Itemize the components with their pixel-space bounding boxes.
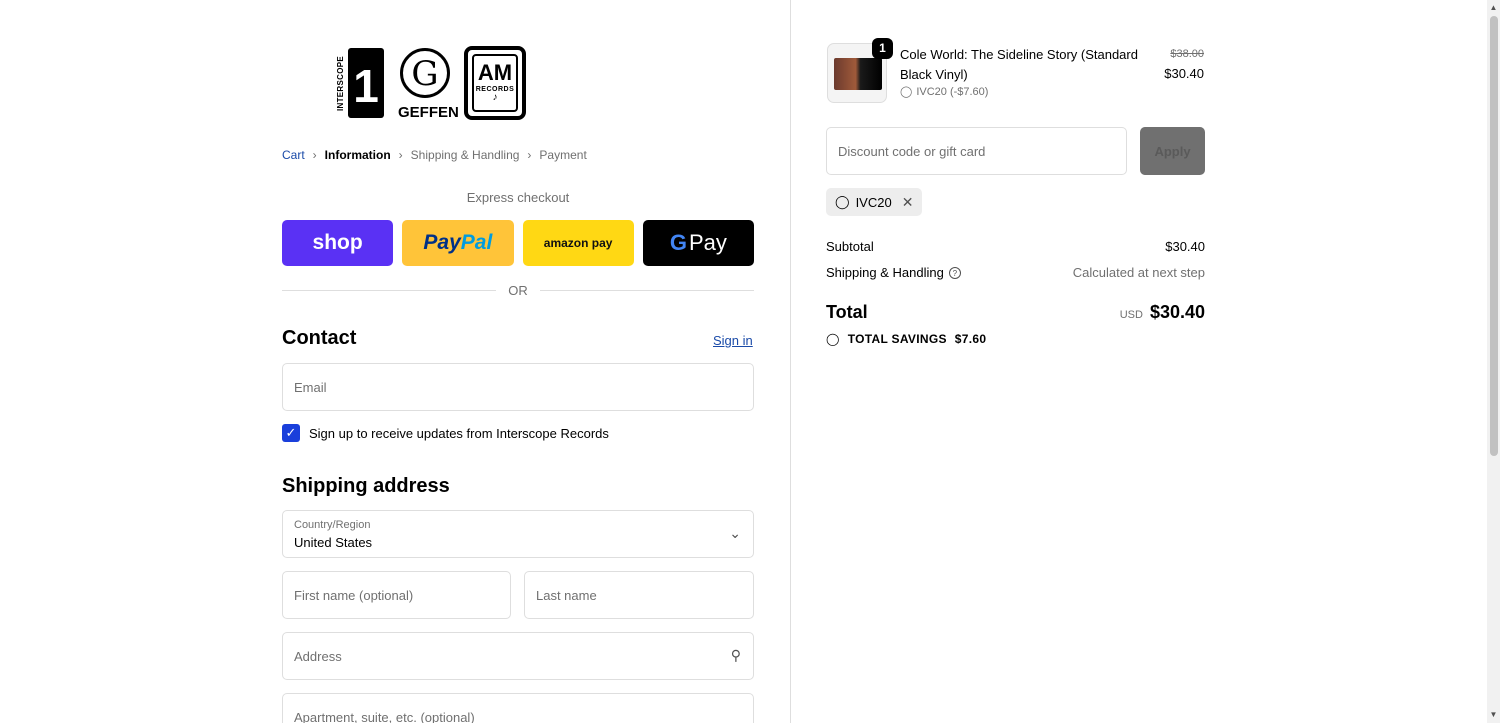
- country-value: United States: [294, 535, 373, 550]
- country-select[interactable]: Country/Region United States ⌄: [282, 510, 754, 558]
- discount-code-input[interactable]: Discount code or gift card: [826, 127, 1127, 175]
- address-field[interactable]: Address ⚲: [282, 632, 754, 680]
- newsletter-checkbox[interactable]: ✓: [282, 424, 300, 442]
- discount-placeholder: Discount code or gift card: [838, 144, 986, 159]
- product-discount: ◯ IVC20 (-$7.60): [900, 85, 989, 99]
- trumpet-icon: ♪: [492, 92, 498, 103]
- divider-line: [539, 290, 754, 291]
- breadcrumb-information: Information: [324, 148, 391, 162]
- total-label: Total: [826, 302, 868, 322]
- express-checkout-buttons: shop Pay Pal amazon pay G Pay: [282, 220, 754, 266]
- first-name-placeholder: First name (optional): [294, 588, 414, 603]
- google-g-icon: G: [669, 230, 687, 255]
- product-discount-text: IVC20 (-$7.60): [916, 85, 989, 98]
- amazon-pay-label: amazon pay: [543, 236, 613, 250]
- subtotal-label: Subtotal: [826, 239, 874, 254]
- brand-logos: INTERSCOPE 1 RECORDS G GEFFEN AM RECORDS…: [336, 44, 526, 122]
- country-label: Country/Region: [294, 519, 371, 531]
- close-icon[interactable]: ✕: [902, 194, 914, 211]
- am-records-logo: AM RECORDS ♪: [464, 46, 526, 120]
- chevron-right-icon: ›: [312, 148, 317, 162]
- shipping-address-title: Shipping address: [282, 475, 450, 497]
- total-currency: USD: [1119, 309, 1143, 321]
- shipping-row: Shipping & Handling? Calculated at next …: [826, 265, 1205, 280]
- total-row: Total USD $30.40: [826, 302, 1205, 323]
- geffen-logo-letter: G: [411, 54, 439, 94]
- checkout-main: INTERSCOPE 1 RECORDS G GEFFEN AM RECORDS…: [0, 0, 790, 723]
- geffen-logo-name: GEFFEN: [398, 104, 459, 121]
- apply-button[interactable]: Apply: [1140, 127, 1205, 175]
- paypal-button[interactable]: Pay Pal: [402, 220, 514, 266]
- address-placeholder: Address: [294, 649, 342, 664]
- total-value: $30.40: [1149, 302, 1205, 322]
- am-records-logo-letters: AM: [477, 60, 513, 85]
- am-records-logo-inner: AM RECORDS ♪: [472, 54, 518, 112]
- or-text: OR: [508, 283, 528, 298]
- applied-discount-code: IVC20: [855, 194, 892, 210]
- subtotal-value: $30.40: [1165, 239, 1205, 254]
- email-placeholder: Email: [294, 380, 327, 395]
- interscope-logo-number: 1: [348, 48, 384, 118]
- breadcrumb-payment: Payment: [539, 148, 587, 162]
- chevron-right-icon: ›: [527, 148, 532, 162]
- email-field[interactable]: Email: [282, 363, 754, 411]
- scroll-down-icon[interactable]: ▼: [1487, 707, 1500, 723]
- album-art: [834, 58, 882, 90]
- quantity-badge: 1: [872, 38, 893, 59]
- chevron-right-icon: ›: [398, 148, 403, 162]
- newsletter-option: ✓ Sign up to receive updates from Inters…: [282, 424, 609, 442]
- savings-value: $7.60: [954, 332, 987, 346]
- divider-line: [282, 290, 497, 291]
- shipping-value: Calculated at next step: [1072, 265, 1205, 280]
- tag-icon: ◯: [826, 332, 840, 346]
- tag-icon: ◯: [900, 86, 913, 98]
- geffen-logo: G GEFFEN: [398, 46, 459, 121]
- google-pay-button[interactable]: G Pay: [642, 220, 754, 266]
- search-icon: ⚲: [730, 647, 741, 663]
- price-original: $38.00: [1170, 48, 1204, 60]
- first-name-field[interactable]: First name (optional): [282, 571, 511, 619]
- interscope-logo-records: RECORDS: [350, 114, 383, 120]
- newsletter-label: Sign up to receive updates from Intersco…: [309, 425, 609, 441]
- sign-in-link[interactable]: Sign in: [713, 333, 753, 348]
- scroll-up-icon[interactable]: ▲: [1487, 0, 1500, 16]
- shop-pay-button[interactable]: shop: [282, 220, 394, 266]
- product-name: Cole World: The Sideline Story (Standard…: [900, 47, 1138, 82]
- breadcrumb-cart[interactable]: Cart: [282, 148, 305, 162]
- price-final: $30.40: [1164, 66, 1204, 81]
- scrollbar-thumb[interactable]: [1490, 16, 1498, 456]
- amazon-pay-button[interactable]: amazon pay: [522, 220, 634, 266]
- breadcrumb-shipping: Shipping & Handling: [410, 148, 520, 162]
- or-divider: OR: [282, 283, 754, 298]
- paypal-label-a: Pay: [423, 231, 461, 254]
- express-checkout-label: Express checkout: [466, 190, 570, 205]
- subtotal-row: Subtotal $30.40: [826, 239, 1205, 254]
- scrollbar[interactable]: ▲ ▼: [1487, 0, 1500, 723]
- contact-title: Contact: [282, 327, 357, 349]
- last-name-placeholder: Last name: [536, 588, 597, 603]
- apartment-field[interactable]: Apartment, suite, etc. (optional): [282, 693, 754, 723]
- interscope-logo: INTERSCOPE 1 RECORDS: [336, 46, 388, 120]
- applied-discount-chip: ◯ IVC20 ✕: [826, 188, 923, 216]
- paypal-label-b: Pal: [460, 231, 493, 254]
- tag-icon: ◯: [835, 194, 850, 209]
- interscope-logo-text: INTERSCOPE: [336, 55, 345, 111]
- shop-pay-label: shop: [312, 231, 363, 254]
- shipping-label: Shipping & Handling: [826, 265, 944, 280]
- order-summary-panel: [790, 0, 1487, 723]
- chevron-down-icon: ⌄: [729, 525, 741, 541]
- last-name-field[interactable]: Last name: [524, 571, 754, 619]
- total-savings: ◯ TOTAL SAVINGS $7.60: [826, 332, 986, 346]
- apartment-placeholder: Apartment, suite, etc. (optional): [294, 710, 475, 723]
- breadcrumb: Cart › Information › Shipping & Handling…: [282, 148, 587, 162]
- help-icon[interactable]: ?: [948, 267, 961, 279]
- google-pay-label: Pay: [688, 230, 727, 255]
- savings-label: TOTAL SAVINGS: [847, 332, 947, 346]
